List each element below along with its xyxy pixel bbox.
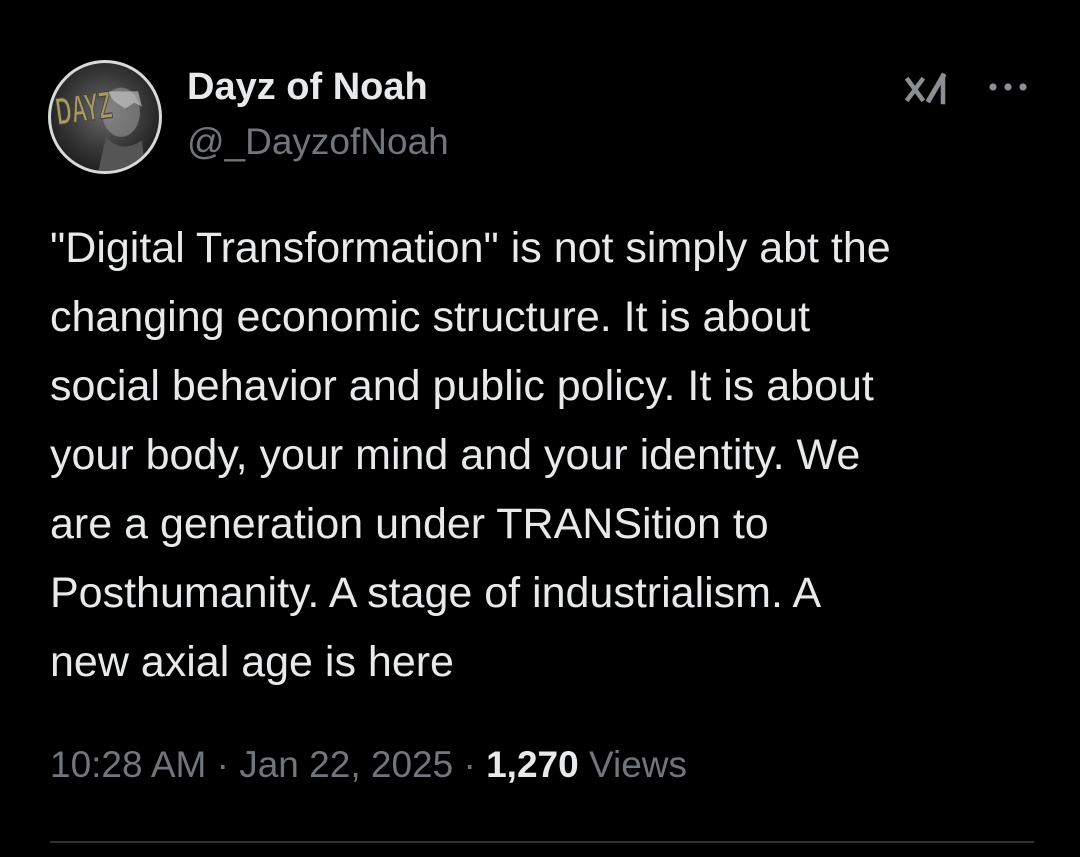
tweet-metadata: 10:28 AM · Jan 22, 2025 · 1,270 Views [50, 740, 687, 790]
meta-separator: · [206, 744, 240, 785]
grok-icon[interactable] [904, 72, 953, 108]
author-avatar[interactable]: DAYZ [48, 60, 162, 174]
divider [50, 841, 1034, 843]
more-options-icon[interactable] [985, 70, 1031, 104]
meta-separator: · [453, 744, 487, 785]
views-count[interactable]: 1,270 [486, 744, 579, 785]
author-handle[interactable]: @_DayzofNoah [187, 119, 449, 165]
tweet-time[interactable]: 10:28 AM [50, 744, 206, 785]
avatar-image: DAYZ [53, 82, 146, 171]
views-label: Views [588, 744, 687, 785]
author-display-name[interactable]: Dayz of Noah [187, 64, 428, 110]
tweet-date[interactable]: Jan 22, 2025 [239, 744, 453, 785]
avatar-logo-text: DAYZ [53, 83, 115, 134]
tweet-card: DAYZ Dayz of Noah @_DayzofNoah "Digital … [0, 0, 1080, 857]
tweet-text: "Digital Transformation" is not simply a… [50, 224, 891, 686]
